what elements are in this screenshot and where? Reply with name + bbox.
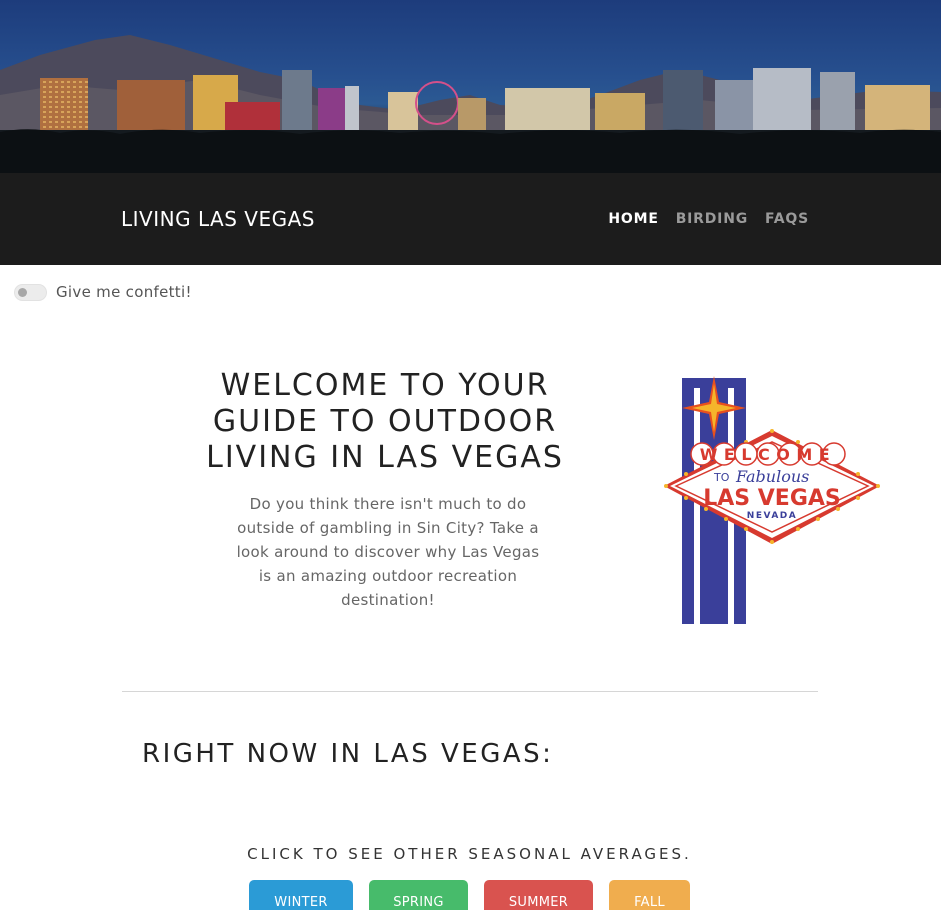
site-brand[interactable]: LIVING LAS VEGAS: [121, 207, 315, 231]
sign-to-text: TO: [713, 471, 730, 484]
sign-nevada-text: NEVADA: [747, 511, 797, 521]
seasonal-prompt-text: CLICK TO SEE OTHER SEASONAL AVERAGES.: [247, 845, 692, 863]
winter-button[interactable]: WINTER: [249, 880, 353, 910]
welcome-heading: WELCOME TO YOUR GUIDE TO OUTDOOR LIVING …: [206, 368, 564, 475]
toggle-knob: [18, 287, 27, 297]
welcome-to-las-vegas-sign-image: WELCOME TO Fabulous LAS VEGAS NEVADA: [662, 374, 887, 630]
right-now-heading: RIGHT NOW IN LAS VEGAS:: [142, 739, 554, 769]
confetti-toggle-switch[interactable]: [14, 283, 47, 301]
hero-banner-image: [0, 0, 941, 173]
spring-button[interactable]: SPRING: [369, 880, 468, 910]
fall-button[interactable]: FALL: [609, 880, 690, 910]
top-navbar: LIVING LAS VEGAS HOME BIRDING FAQS: [0, 173, 941, 265]
welcome-text: Do you think there isn't much to do outs…: [236, 495, 540, 609]
sign-las-vegas-text: LAS VEGAS: [703, 486, 841, 511]
nav-link-faqs[interactable]: FAQS: [765, 211, 809, 227]
confetti-toggle-row: Give me confetti!: [14, 283, 192, 301]
sign-fabulous-text: Fabulous: [735, 467, 809, 486]
nav-link-home[interactable]: HOME: [608, 211, 658, 227]
nav-links: HOME BIRDING FAQS: [608, 211, 809, 227]
seasonal-prompt: CLICK TO SEE OTHER SEASONAL AVERAGES.: [0, 845, 941, 863]
nav-link-birding[interactable]: BIRDING: [676, 211, 748, 227]
sign-welcome-text: WELCOME: [700, 445, 836, 464]
section-divider: [122, 691, 818, 692]
season-buttons: WINTER SPRING SUMMER FALL: [0, 880, 941, 910]
summer-button[interactable]: SUMMER: [484, 880, 593, 910]
confetti-toggle-label[interactable]: Give me confetti!: [56, 283, 192, 301]
